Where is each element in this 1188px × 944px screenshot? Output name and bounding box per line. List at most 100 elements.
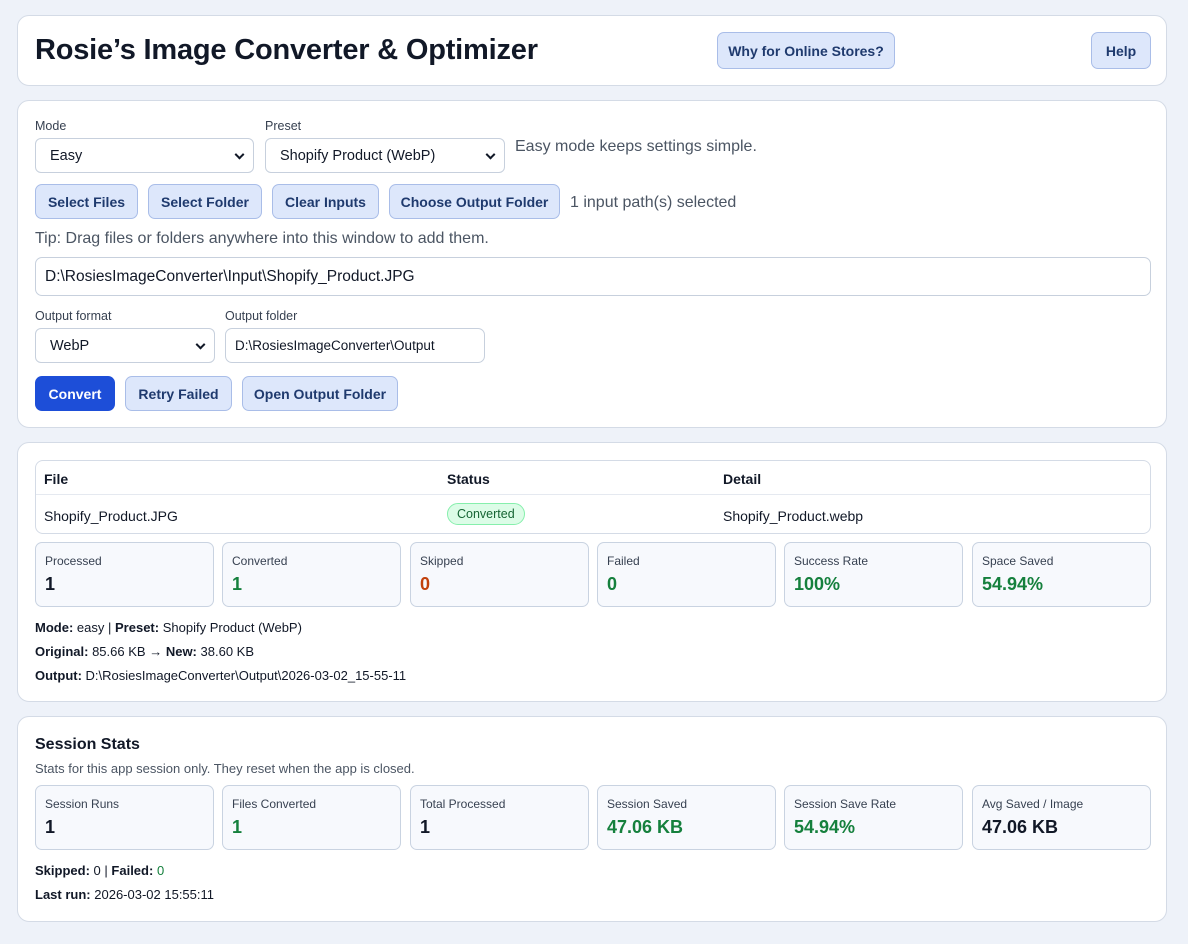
summary-value: easy bbox=[76, 620, 105, 635]
stat-success-rate: Success Rate 100% bbox=[784, 542, 963, 607]
stat-processed: Processed 1 bbox=[35, 542, 214, 607]
choose-output-folder-button[interactable]: Choose Output Folder bbox=[389, 184, 560, 219]
summary-value: 85.66 KB bbox=[92, 644, 146, 659]
row-detail-cell: Shopify_Product.webp bbox=[723, 508, 864, 524]
summary-value: 0 bbox=[156, 863, 165, 878]
stat-label: Skipped bbox=[420, 554, 464, 568]
mode-preset-summary: Mode: easy | Preset: Shopify Product (We… bbox=[35, 620, 302, 635]
stat-value: 1 bbox=[232, 817, 243, 837]
mode-label: Mode bbox=[35, 119, 67, 133]
stat-value: 47.06 KB bbox=[982, 817, 1059, 837]
summary-key: Mode: bbox=[35, 620, 74, 635]
skipped-failed-summary: Skipped: 0 | Failed: 0 bbox=[35, 863, 164, 878]
results-card: File Status Detail Shopify_Product.JPG C… bbox=[17, 442, 1167, 702]
stat-skipped: Skipped 0 bbox=[410, 542, 589, 607]
stat-label: Avg Saved / Image bbox=[982, 797, 1084, 811]
summary-separator: | bbox=[108, 620, 112, 635]
stat-session-runs: Session Runs 1 bbox=[35, 785, 214, 850]
header-card: Rosie’s Image Converter & Optimizer Why … bbox=[17, 15, 1167, 86]
stat-value: 47.06 KB bbox=[607, 817, 684, 837]
selection-status: 1 input path(s) selected bbox=[570, 194, 737, 211]
stat-label: Processed bbox=[45, 554, 102, 568]
stat-failed: Failed 0 bbox=[597, 542, 776, 607]
stat-value: 1 bbox=[45, 817, 56, 837]
stat-session-save-rate: Session Save Rate 54.94% bbox=[784, 785, 963, 850]
column-header-status: Status bbox=[447, 471, 490, 487]
summary-key: Skipped: bbox=[35, 863, 90, 878]
input-paths-field[interactable]: D:\RosiesImageConverter\Input\Shopify_Pr… bbox=[35, 257, 1151, 296]
last-run-summary: Last run: 2026-03-02 15:55:11 bbox=[35, 887, 214, 902]
stat-value: 1 bbox=[45, 574, 56, 594]
output-format-value: WebP bbox=[50, 337, 90, 354]
table-divider bbox=[36, 494, 1150, 495]
clear-inputs-button[interactable]: Clear Inputs bbox=[272, 184, 379, 219]
stat-converted: Converted 1 bbox=[222, 542, 401, 607]
results-table: File Status Detail Shopify_Product.JPG C… bbox=[35, 460, 1151, 534]
size-summary: Original: 85.66 KB → New: 38.60 KB bbox=[35, 644, 254, 659]
output-format-select[interactable]: WebP bbox=[35, 328, 215, 363]
stat-label: Session Save Rate bbox=[794, 797, 897, 811]
mode-select[interactable]: Easy bbox=[35, 138, 254, 173]
summary-key: Failed: bbox=[111, 863, 154, 878]
stat-label: Total Processed bbox=[420, 797, 506, 811]
summary-value: 2026-03-02 15:55:11 bbox=[94, 887, 214, 902]
stat-avg-saved: Avg Saved / Image 47.06 KB bbox=[972, 785, 1151, 850]
summary-value: Shopify Product (WebP) bbox=[162, 620, 302, 635]
select-files-button[interactable]: Select Files bbox=[35, 184, 138, 219]
chevron-down-icon bbox=[234, 149, 245, 160]
arrow-icon: → bbox=[149, 644, 163, 659]
stat-label: Session Runs bbox=[45, 797, 120, 811]
stat-total-processed: Total Processed 1 bbox=[410, 785, 589, 850]
open-output-folder-button[interactable]: Open Output Folder bbox=[242, 376, 398, 411]
drag-drop-tip: Tip: Drag files or folders anywhere into… bbox=[35, 230, 489, 247]
summary-separator: | bbox=[104, 863, 108, 878]
mode-hint: Easy mode keeps settings simple. bbox=[515, 138, 757, 155]
retry-failed-button[interactable]: Retry Failed bbox=[125, 376, 232, 411]
summary-key: Last run: bbox=[35, 887, 91, 902]
output-folder-field[interactable]: D:\RosiesImageConverter\Output bbox=[225, 328, 485, 363]
stat-value: 1 bbox=[232, 574, 243, 594]
preset-select[interactable]: Shopify Product (WebP) bbox=[265, 138, 505, 173]
stat-label: Success Rate bbox=[794, 554, 869, 568]
row-file-cell: Shopify_Product.JPG bbox=[44, 508, 178, 524]
summary-key: Output: bbox=[35, 668, 82, 683]
column-header-file: File bbox=[44, 471, 69, 487]
summary-key: Original: bbox=[35, 644, 89, 659]
stat-value: 0 bbox=[420, 574, 431, 594]
stat-value: 1 bbox=[420, 817, 431, 837]
summary-value: 38.60 KB bbox=[200, 644, 255, 659]
summary-key: Preset: bbox=[115, 620, 160, 635]
help-button[interactable]: Help bbox=[1091, 32, 1151, 69]
preset-select-value: Shopify Product (WebP) bbox=[280, 147, 436, 164]
stat-files-converted: Files Converted 1 bbox=[222, 785, 401, 850]
session-stats-card: Session Stats Stats for this app session… bbox=[17, 716, 1167, 922]
why-online-stores-button[interactable]: Why for Online Stores? bbox=[717, 32, 895, 69]
stat-value: 0 bbox=[607, 574, 618, 594]
chevron-down-icon bbox=[485, 149, 496, 160]
stat-label: Files Converted bbox=[232, 797, 317, 811]
stat-label: Failed bbox=[607, 554, 640, 568]
select-folder-button[interactable]: Select Folder bbox=[148, 184, 262, 219]
column-header-detail: Detail bbox=[723, 471, 762, 487]
input-settings-card: Mode Easy Preset Shopify Product (WebP) … bbox=[17, 100, 1167, 428]
mode-select-value: Easy bbox=[50, 147, 83, 164]
chevron-down-icon bbox=[195, 339, 206, 350]
session-stats-title: Session Stats bbox=[35, 736, 140, 753]
summary-value: D:\RosiesImageConverter\Output\2026-03-0… bbox=[85, 668, 407, 683]
output-summary: Output: D:\RosiesImageConverter\Output\2… bbox=[35, 668, 406, 683]
status-badge: Converted bbox=[447, 503, 525, 525]
preset-label: Preset bbox=[265, 119, 302, 133]
output-format-label: Output format bbox=[35, 309, 112, 323]
stat-label: Converted bbox=[232, 554, 288, 568]
stat-value: 54.94% bbox=[794, 817, 856, 837]
app-title: Rosie’s Image Converter & Optimizer bbox=[35, 34, 538, 66]
stat-label: Space Saved bbox=[982, 554, 1054, 568]
stat-session-saved: Session Saved 47.06 KB bbox=[597, 785, 776, 850]
summary-value: 0 bbox=[93, 863, 101, 878]
stat-value: 100% bbox=[794, 574, 841, 594]
convert-button[interactable]: Convert bbox=[35, 376, 115, 411]
stat-value: 54.94% bbox=[982, 574, 1044, 594]
stat-label: Session Saved bbox=[607, 797, 688, 811]
output-folder-label: Output folder bbox=[225, 309, 298, 323]
session-stats-subtitle: Stats for this app session only. They re… bbox=[35, 761, 415, 776]
